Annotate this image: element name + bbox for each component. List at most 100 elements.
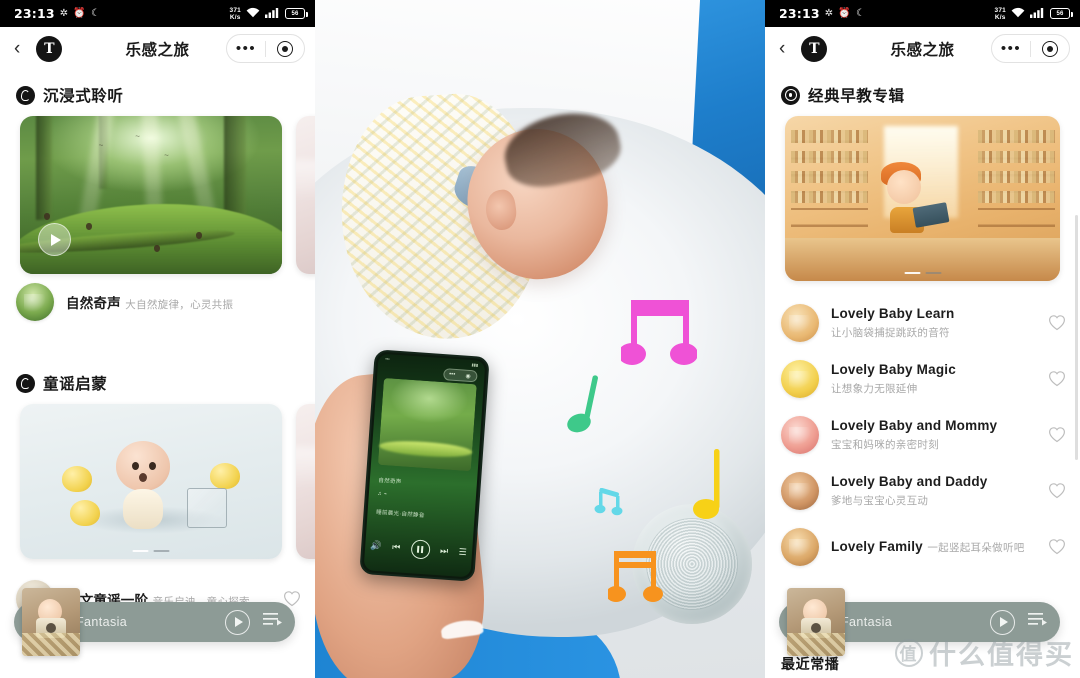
status-bar-left: 23:13 ✲ ⏰ ☾ 371 K/s 56 <box>0 0 315 27</box>
section-header-nursery: 童谣启蒙 <box>0 330 315 404</box>
ear-icon <box>16 85 35 105</box>
list-item-text: Lovely Family 一起竖起耳朵做听吧 <box>831 538 1036 556</box>
carousel-page-indicator[interactable] <box>904 272 941 274</box>
list-item-title: Lovely Baby Learn <box>831 306 955 321</box>
library-artwork <box>785 116 1060 281</box>
network-rate-unit: K/s <box>229 13 241 21</box>
card-carousel-nursery[interactable] <box>0 404 315 559</box>
section-title: 沉浸式聆听 <box>43 88 124 105</box>
network-rate-value: 371 <box>229 6 241 14</box>
target-circle-icon[interactable] <box>266 40 304 57</box>
status-bar-right-group: 371 K/s 56 <box>229 6 308 21</box>
back-arrow-icon[interactable]: ‹ <box>14 39 20 58</box>
list-item[interactable]: Lovely Baby and Mommy 宝宝和妈咪的亲密时刻 <box>765 407 1080 463</box>
phone-screen: ▪▪▪ ▮▮▮ ••• ◉ 自然奇声 ♫ ⌁ 睡前晨光·自然静音 🔊 ⏮ ⏭ ☰ <box>363 353 486 578</box>
music-note-cyan-icon <box>594 488 624 516</box>
favorite-heart-icon[interactable] <box>1048 482 1066 500</box>
album-card-nursery[interactable] <box>20 404 282 559</box>
play-button-overlay[interactable] <box>38 223 71 256</box>
peek-artwork <box>296 116 315 274</box>
album-card-next-peek[interactable] <box>296 116 315 274</box>
volume-icon: 🔊 <box>369 539 382 551</box>
mini-player-cover[interactable] <box>22 588 80 656</box>
list-item-subtitle: 大自然旋律，心灵共振 <box>125 298 234 311</box>
more-dots-icon[interactable]: ••• <box>992 41 1030 56</box>
status-time: 23:13 <box>779 6 820 21</box>
app-logo[interactable]: T <box>801 35 828 62</box>
network-rate-unit: K/s <box>994 13 1006 21</box>
phone-player-controls: 🔊 ⏮ ⏭ ☰ <box>364 535 472 561</box>
album-card-nature[interactable]: ~ ~ ~ <box>20 116 282 274</box>
list-item-text: Lovely Baby and Daddy 爹地与宝宝心灵互动 <box>831 473 1036 509</box>
avatar <box>781 304 819 342</box>
moon-icon: ☾ <box>91 7 101 19</box>
list-item-text: 自然奇声 大自然旋律，心灵共振 <box>66 292 301 313</box>
wifi-icon <box>246 7 260 21</box>
list-item-title: Lovely Baby and Mommy <box>831 418 998 433</box>
list-item[interactable]: Lovely Baby Learn 让小脑袋捕捉跳跃的音符 <box>765 295 1080 351</box>
music-note-pink-icon <box>621 298 697 376</box>
list-item-title: 自然奇声 <box>66 295 121 311</box>
phone-track-title: 自然奇声 <box>377 476 402 485</box>
list-item-subtitle: 宝宝和妈咪的亲密时刻 <box>831 439 939 451</box>
peek-artwork <box>296 404 315 559</box>
toy-baby-artwork <box>20 404 282 559</box>
status-bar-left-group: 23:13 ✲ ⏰ ☾ <box>14 6 100 21</box>
favorite-heart-icon[interactable] <box>1048 426 1066 444</box>
previous-track-icon: ⏮ <box>391 541 401 552</box>
avatar <box>16 283 54 321</box>
play-icon[interactable] <box>225 609 250 635</box>
album-card-classic[interactable] <box>785 116 1060 281</box>
favorite-heart-icon[interactable] <box>1048 538 1066 556</box>
signal-icon <box>265 7 280 21</box>
list-item-title: Lovely Baby Magic <box>831 362 956 377</box>
bluetooth-icon: ✲ <box>824 7 834 19</box>
list-item[interactable]: Lovely Family 一起竖起耳朵做听吧 <box>765 519 1080 575</box>
list-item-text: Lovely Baby Learn 让小脑袋捕捉跳跃的音符 <box>831 305 1036 341</box>
target-circle-icon[interactable] <box>1031 40 1069 57</box>
list-item-subtitle: 让小脑袋捕捉跳跃的音符 <box>831 327 950 339</box>
mini-player-bar[interactable]: Fantasia <box>779 588 1060 656</box>
play-icon[interactable] <box>990 609 1015 635</box>
nav-capsule: ••• <box>226 34 305 63</box>
battery-level: 56 <box>291 10 299 17</box>
list-item[interactable]: Lovely Baby and Daddy 爹地与宝宝心灵互动 <box>765 463 1080 519</box>
playlist-icon[interactable] <box>263 612 283 632</box>
section-title: 经典早教专辑 <box>808 88 905 105</box>
avatar <box>781 416 819 454</box>
card-carousel-classic[interactable] <box>765 116 1080 281</box>
list-item-title: Lovely Family <box>831 539 923 554</box>
music-note-yellow-icon <box>693 447 735 523</box>
alarm-icon: ⏰ <box>73 7 87 19</box>
mini-player-bar[interactable]: Fantasia <box>14 588 295 656</box>
list-item[interactable]: 自然奇声 大自然旋律，心灵共振 <box>0 274 315 330</box>
avatar <box>781 472 819 510</box>
favorite-heart-icon[interactable] <box>1048 370 1066 388</box>
list-item-title: Lovely Baby and Daddy <box>831 474 988 489</box>
status-bar-right: 23:13 ✲ ⏰ ☾ 371 K/s 56 <box>765 0 1080 27</box>
phone-in-photo: ▪▪▪ ▮▮▮ ••• ◉ 自然奇声 ♫ ⌁ 睡前晨光·自然静音 🔊 ⏮ ⏭ ☰ <box>359 348 490 582</box>
more-dots-icon[interactable]: ••• <box>227 41 265 56</box>
section-title: 童谣启蒙 <box>43 376 108 393</box>
screenshot-stage: 23:13 ✲ ⏰ ☾ 371 K/s 56 ‹ T 乐感之旅 ••• 沉浸式聆… <box>0 0 1080 678</box>
list-item-subtitle: 一起竖起耳朵做听吧 <box>927 542 1025 554</box>
card-carousel-immersive[interactable]: ~ ~ ~ <box>0 116 315 274</box>
playlist-icon[interactable] <box>1028 612 1048 632</box>
album-card-next-peek[interactable] <box>296 404 315 559</box>
favorite-heart-icon[interactable] <box>1048 314 1066 332</box>
back-arrow-icon[interactable]: ‹ <box>779 39 785 58</box>
alarm-icon: ⏰ <box>838 7 852 19</box>
status-bar-right-group: 371 K/s 56 <box>994 7 1073 21</box>
phone-capsule-icon: ••• ◉ <box>442 367 478 382</box>
bluetooth-icon: ✲ <box>59 7 69 19</box>
app-logo[interactable]: T <box>36 35 63 62</box>
list-item-text: Lovely Baby Magic 让想象力无限延伸 <box>831 361 1036 397</box>
headphone-icon: ♫ ⌁ <box>377 490 388 497</box>
carousel-page-indicator[interactable] <box>132 550 170 552</box>
mini-player-title: Fantasia <box>76 615 128 629</box>
vertical-scrollbar[interactable] <box>1075 215 1078 460</box>
list-item[interactable]: Lovely Baby Magic 让想象力无限延伸 <box>765 351 1080 407</box>
phone-track-meta: 睡前晨光·自然静音 <box>375 509 425 519</box>
middle-photo-panel: ▪▪▪ ▮▮▮ ••• ◉ 自然奇声 ♫ ⌁ 睡前晨光·自然静音 🔊 ⏮ ⏭ ☰ <box>315 0 765 678</box>
mini-player-cover[interactable] <box>787 588 845 656</box>
